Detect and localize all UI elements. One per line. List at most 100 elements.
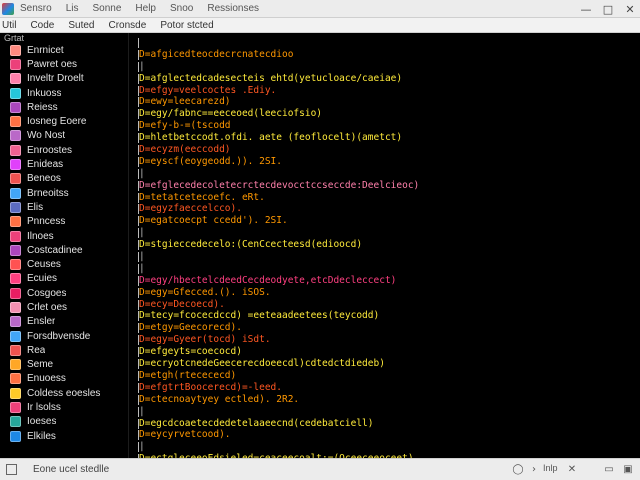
code-line: D=afglectedcadesecteis ehtd(yetucloace/c… bbox=[129, 73, 640, 85]
code-line: D=efglecedecoletecrctecdevocctccseccde:D… bbox=[129, 180, 640, 192]
sidebar-item[interactable]: Enroostes bbox=[0, 143, 128, 157]
sidebar-item[interactable]: Iosneg Eoere bbox=[0, 114, 128, 128]
file-sidebar: Grtat Enrnicet Pawret oes Inveltr Droelt In… bbox=[0, 33, 128, 458]
sidebar-item[interactable]: Pnncess bbox=[0, 215, 128, 229]
sidebar-item[interactable]: Pawret oes bbox=[0, 57, 128, 71]
chevron-icon[interactable]: › bbox=[528, 463, 540, 475]
circle-icon[interactable]: ◯ bbox=[512, 463, 524, 475]
code-line: | bbox=[129, 441, 640, 453]
code-line: | bbox=[129, 263, 640, 275]
code-line: D=ecryotcnedeGeecerecdoeecdl)cdtedctdied… bbox=[129, 358, 640, 370]
code-text: D=egy/fabnc==eeceoed(leeciofsio) bbox=[139, 108, 323, 120]
menu-item-3[interactable]: Sonne bbox=[92, 3, 121, 14]
sidebar-item-label: Rea bbox=[27, 344, 46, 356]
file-icon bbox=[10, 87, 21, 99]
file-icon bbox=[10, 73, 21, 85]
sidebar-item-label: Reiess bbox=[27, 101, 58, 113]
code-text: D=efglecedecoletecrctecdevocctccseccde:D… bbox=[139, 179, 420, 191]
code-line: D=etgy=Geecorecd). bbox=[129, 322, 640, 334]
code-text: | bbox=[139, 167, 145, 179]
code-line: D=tecy=fcocecdccd) =eeteaadeetees(teycod… bbox=[129, 310, 640, 322]
code-text: D=ecyzm(eeccodd) bbox=[139, 144, 231, 156]
code-text: D=egatcoecpt ccedd'). 2SI. bbox=[139, 215, 288, 227]
file-icon bbox=[10, 130, 21, 142]
minimize-button[interactable]: — bbox=[576, 0, 596, 18]
file-icon bbox=[10, 373, 21, 385]
sidebar-item[interactable]: Inveltr Droelt bbox=[0, 72, 128, 86]
toolbar-item-3[interactable]: Suted bbox=[68, 20, 94, 31]
sidebar-item[interactable]: Brneoitss bbox=[0, 186, 128, 200]
menu-item-2[interactable]: Lis bbox=[66, 3, 79, 14]
sidebar-item-label: Ir lsolss bbox=[27, 402, 61, 414]
sidebar-item[interactable]: Enrnicet bbox=[0, 43, 128, 57]
sidebar-item[interactable]: Ecuies bbox=[0, 272, 128, 286]
close-button[interactable]: ✕ bbox=[620, 0, 640, 18]
sidebar-item-label: Coldess eoesles bbox=[27, 387, 101, 399]
sidebar-item[interactable]: Ceuses bbox=[0, 257, 128, 271]
sidebar-item[interactable]: Beneos bbox=[0, 172, 128, 186]
menu-item-4[interactable]: Help bbox=[135, 3, 156, 14]
window-icon[interactable]: ▣ bbox=[622, 463, 634, 475]
sidebar-item[interactable]: Enideas bbox=[0, 157, 128, 171]
file-icon bbox=[10, 330, 21, 342]
sidebar-item[interactable]: Forsdbvensde bbox=[0, 329, 128, 343]
gutter-marker bbox=[138, 38, 139, 48]
file-icon bbox=[10, 101, 21, 113]
file-icon bbox=[10, 287, 21, 299]
status-text: Eone ucel stedlle bbox=[33, 464, 110, 475]
sidebar-item[interactable]: Costcadinee bbox=[0, 243, 128, 257]
sidebar-item[interactable]: Reiess bbox=[0, 100, 128, 114]
sidebar-item-label: Wo Nost bbox=[27, 130, 66, 142]
sidebar-item[interactable]: Rea bbox=[0, 343, 128, 357]
toolbar-item-5[interactable]: Potor stcted bbox=[160, 20, 213, 31]
maximize-button[interactable]: □ bbox=[598, 0, 618, 18]
sidebar-item[interactable]: Elkiles bbox=[0, 429, 128, 443]
code-text: | bbox=[139, 227, 145, 239]
sidebar-header: Grtat bbox=[4, 33, 25, 43]
status-square-icon[interactable] bbox=[6, 464, 17, 475]
code-line: D=efgeyts=coecocd) bbox=[129, 346, 640, 358]
sidebar-item[interactable]: Cosgoes bbox=[0, 286, 128, 300]
code-line: D=efgtrtBoocerecd)=-leed. bbox=[129, 382, 640, 394]
toolbar-item-2[interactable]: Code bbox=[30, 20, 54, 31]
maximize-icon: □ bbox=[602, 2, 614, 16]
code-line: D=egy=Gyeer(tocd) iSdt. bbox=[129, 334, 640, 346]
code-line: D=eycyrvetcood). bbox=[129, 429, 640, 441]
toolbar-item-4[interactable]: Cronsde bbox=[109, 20, 147, 31]
sidebar-item[interactable]: Inkuoss bbox=[0, 86, 128, 100]
close-small-icon[interactable]: ✕ bbox=[566, 463, 578, 475]
code-text: | bbox=[139, 405, 145, 417]
sidebar-item[interactable]: Crlet oes bbox=[0, 300, 128, 314]
sidebar-item[interactable]: Ioeses bbox=[0, 415, 128, 429]
code-line: | bbox=[129, 406, 640, 418]
sidebar-item[interactable]: Wo Nost bbox=[0, 129, 128, 143]
menu-item-5[interactable]: Snoo bbox=[170, 3, 193, 14]
code-line: D=afgicedteocdecrcnatecdioo bbox=[129, 49, 640, 61]
code-line: D=etgh(rtecececd) bbox=[129, 370, 640, 382]
sidebar-item-label: Ensler bbox=[27, 316, 56, 328]
code-text: | bbox=[139, 441, 145, 453]
sidebar-item[interactable]: Seme bbox=[0, 358, 128, 372]
code-text: D=tetatcetecoefc. eRt. bbox=[139, 191, 265, 203]
menu-item-1[interactable]: Sensro bbox=[20, 3, 52, 14]
code-line: D=egy/hbectelcdeedCecdeodyete,etcDdeclec… bbox=[129, 275, 640, 287]
panel-icon[interactable]: ▭ bbox=[603, 463, 615, 475]
sidebar-item[interactable]: Enuoess bbox=[0, 372, 128, 386]
menu-item-6[interactable]: Ressionses bbox=[207, 3, 259, 14]
sidebar-item[interactable]: Elis bbox=[0, 200, 128, 214]
code-line: D=ewy=leecarezd) bbox=[129, 96, 640, 108]
code-text: D=egcdcoaetecdedetelaaeecnd(cedebatciell… bbox=[139, 417, 374, 429]
sidebar-item[interactable]: Ilnoes bbox=[0, 229, 128, 243]
code-line: D=egy/fabnc==eeceoed(leeciofsio) bbox=[129, 108, 640, 120]
file-icon bbox=[10, 416, 21, 428]
code-line: D=egatcoecpt ccedd'). 2SI. bbox=[129, 215, 640, 227]
code-text: D=efy-b-=(tscodd bbox=[139, 120, 231, 132]
sidebar-item[interactable]: Ir lsolss bbox=[0, 400, 128, 414]
sidebar-item-label: Elis bbox=[27, 201, 44, 213]
code-editor[interactable]: D=afgicedteocdecrcnatecdioo | D=afglectedc… bbox=[129, 33, 640, 458]
sidebar-item[interactable]: Coldess eoesles bbox=[0, 386, 128, 400]
sidebar-item-label: Enideas bbox=[27, 159, 64, 171]
sidebar-item-label: Beneos bbox=[27, 173, 61, 185]
sidebar-item[interactable]: Ensler bbox=[0, 315, 128, 329]
toolbar-item-1[interactable]: Util bbox=[2, 20, 16, 31]
